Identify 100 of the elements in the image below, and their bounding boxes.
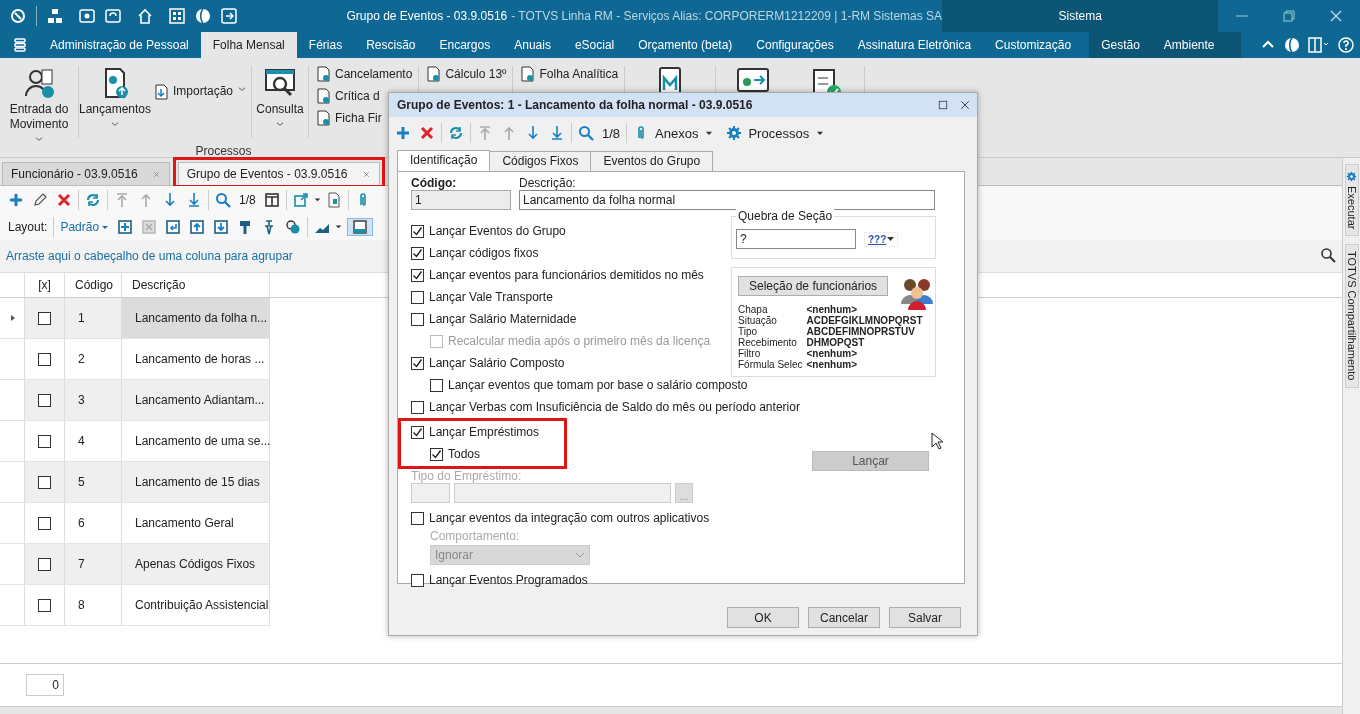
checkbox[interactable] xyxy=(411,224,424,238)
menu-tab[interactable]: Gestão xyxy=(1089,32,1152,58)
menu-tab[interactable]: Assinatura Eletrônica xyxy=(845,32,984,58)
menu-tab[interactable]: Customização xyxy=(983,32,1084,58)
move-down-icon[interactable] xyxy=(213,218,230,235)
ribbon-button[interactable]: Cancelamento xyxy=(315,66,413,82)
exit-icon[interactable] xyxy=(221,8,237,24)
ribbon-button[interactable]: Consulta xyxy=(252,62,308,144)
menu-tab[interactable]: Ambiente xyxy=(1151,32,1227,58)
delete-icon[interactable] xyxy=(419,125,435,141)
side-tab[interactable]: Executar xyxy=(1344,164,1359,237)
column-header[interactable]: Descrição xyxy=(122,273,270,297)
ribbon-button[interactable]: Folha Analítica xyxy=(519,66,619,82)
side-tab[interactable]: TOTVS Compartilhamento xyxy=(1344,244,1359,388)
column-header[interactable]: [x] xyxy=(25,273,65,297)
move-up-icon[interactable] xyxy=(189,218,206,235)
chevron-icon[interactable] xyxy=(237,84,248,94)
checkbox[interactable] xyxy=(411,356,424,370)
menu-tab[interactable]: Encargos xyxy=(427,32,503,58)
ribbon-button[interactable]: Ficha Fir xyxy=(315,110,413,126)
row-checkbox[interactable] xyxy=(38,516,51,530)
processes-button[interactable]: Processos xyxy=(722,125,830,141)
dialog-button[interactable]: Salvar xyxy=(889,607,961,628)
chevron-icon[interactable] xyxy=(34,134,44,144)
menu-tab[interactable]: Folha Mensal xyxy=(200,32,297,58)
description-field[interactable]: Lancamento da folha normal xyxy=(519,190,935,210)
menu-tab[interactable]: eSocial xyxy=(562,32,627,58)
checkbox[interactable] xyxy=(411,290,424,304)
dialog-button[interactable]: OK xyxy=(727,607,799,628)
menu-tab[interactable]: Anuais xyxy=(502,32,563,58)
document-icon[interactable] xyxy=(519,66,536,82)
checkbox[interactable] xyxy=(411,268,424,282)
eye-icon[interactable] xyxy=(79,8,95,24)
row-checkbox[interactable] xyxy=(38,475,51,489)
document-import-icon[interactable] xyxy=(153,84,169,100)
close-icon[interactable] xyxy=(959,99,971,111)
maximize-icon[interactable] xyxy=(937,99,949,111)
menu-tab[interactable]: Orçamento (beta) xyxy=(626,32,745,58)
checkbox[interactable] xyxy=(430,447,443,461)
globe-icon[interactable] xyxy=(195,8,211,24)
dialog-button[interactable]: Cancelar xyxy=(808,607,880,628)
row-checkbox[interactable] xyxy=(38,598,51,612)
chevron-icon[interactable] xyxy=(275,119,285,129)
checkbox[interactable] xyxy=(411,246,424,260)
document-icon[interactable] xyxy=(315,110,331,126)
gear-icon[interactable] xyxy=(1346,171,1357,182)
row-checkbox[interactable] xyxy=(38,393,51,407)
down-icon[interactable] xyxy=(525,125,541,141)
checkbox[interactable] xyxy=(411,511,424,525)
layout-icon[interactable] xyxy=(1308,37,1330,53)
page-field[interactable]: 0 xyxy=(26,674,64,696)
code-field[interactable] xyxy=(411,483,450,503)
chevron-icon[interactable] xyxy=(110,119,120,129)
panel-icon[interactable] xyxy=(352,218,369,235)
document-icon[interactable] xyxy=(425,66,442,82)
caret-icon[interactable] xyxy=(312,195,322,204)
menu-icon[interactable] xyxy=(12,37,28,53)
menu-tab[interactable]: Configurações xyxy=(744,32,846,58)
checkbox[interactable] xyxy=(430,378,443,392)
checkbox[interactable] xyxy=(411,312,424,326)
row-checkbox[interactable] xyxy=(38,352,51,366)
last-icon[interactable] xyxy=(549,125,565,141)
name-field[interactable] xyxy=(454,483,671,503)
caret-icon[interactable] xyxy=(887,236,895,242)
menu-tab[interactable]: Férias xyxy=(296,32,355,58)
menu-tab[interactable]: Administração de Pessoal xyxy=(38,32,201,58)
attachments-button[interactable]: Anexos xyxy=(629,125,719,141)
ribbon-button[interactable]: Lançamentos xyxy=(79,62,151,144)
delete-icon[interactable] xyxy=(56,191,72,208)
add-icon[interactable] xyxy=(8,191,24,208)
menu-tab[interactable]: Rescisão xyxy=(354,32,428,58)
export-icon[interactable] xyxy=(292,191,309,208)
down-icon[interactable] xyxy=(162,191,178,208)
gear-icon[interactable] xyxy=(726,125,743,141)
row-checkbox[interactable] xyxy=(38,557,51,571)
document-tab[interactable]: Funcionário - 03.9.0516 xyxy=(2,162,170,185)
row-checkbox[interactable] xyxy=(38,434,51,448)
caret-icon[interactable] xyxy=(334,222,344,231)
add-row-icon[interactable] xyxy=(117,218,134,235)
checkbox[interactable] xyxy=(411,400,424,414)
search-icon[interactable] xyxy=(1320,247,1336,263)
last-icon[interactable] xyxy=(186,191,202,208)
globe-icon[interactable] xyxy=(1284,37,1300,53)
ribbon-button[interactable]: Importação xyxy=(151,62,251,144)
power-icon[interactable] xyxy=(10,8,26,24)
dialog-tab[interactable]: Códigos Fixos xyxy=(489,151,592,171)
dialog-tab[interactable]: Identificação xyxy=(397,150,491,172)
grid-icon[interactable] xyxy=(169,8,185,24)
code-field[interactable]: 1 xyxy=(411,190,511,210)
layout-dropdown[interactable]: Padrão xyxy=(56,219,114,234)
options-button[interactable]: ??? xyxy=(864,231,899,247)
ribbon-button[interactable]: Cálculo 13º xyxy=(425,66,507,82)
help-icon[interactable] xyxy=(1338,37,1354,53)
checkbox[interactable] xyxy=(411,425,424,439)
document-icon[interactable] xyxy=(315,66,331,82)
employee-selection-button[interactable]: Seleção de funcionários xyxy=(738,276,889,296)
document-tab[interactable]: Grupo de Eventos - 03.9.0516 xyxy=(177,162,380,185)
ribbon-button[interactable]: Entrada do Movimento xyxy=(0,62,78,144)
edit-icon[interactable] xyxy=(32,191,48,208)
columns-icon[interactable] xyxy=(263,191,280,208)
